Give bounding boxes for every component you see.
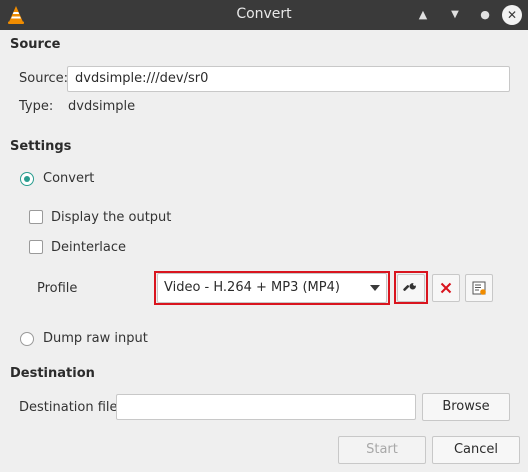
delete-profile-button[interactable] [432, 274, 460, 302]
source-label: Source: [19, 71, 69, 86]
browse-button[interactable]: Browse [422, 393, 510, 421]
cancel-button[interactable]: Cancel [432, 436, 520, 464]
convert-radio-label[interactable]: Convert [43, 171, 94, 186]
convert-radio[interactable] [20, 172, 34, 186]
profile-label: Profile [37, 281, 78, 296]
source-heading: Source [10, 37, 61, 52]
destination-file-label: Destination file: [19, 400, 122, 415]
new-profile-icon [472, 281, 486, 295]
destination-heading: Destination [10, 366, 95, 381]
destination-file-field[interactable] [116, 394, 416, 420]
start-button[interactable]: Start [338, 436, 426, 464]
dump-raw-radio[interactable] [20, 332, 34, 346]
source-field[interactable]: dvdsimple:///dev/sr0 [67, 66, 510, 92]
new-profile-button[interactable] [465, 274, 493, 302]
type-value: dvdsimple [68, 99, 136, 114]
settings-heading: Settings [10, 139, 72, 154]
minimize-icon[interactable]: ▼ [446, 6, 464, 24]
type-label: Type: [19, 99, 54, 114]
profile-highlight-box [154, 271, 390, 305]
delete-x-icon [440, 282, 452, 294]
keep-above-icon[interactable]: ▲ [414, 6, 432, 24]
title-bar: Convert ▲ ▼ ● ✕ [0, 0, 528, 30]
deinterlace-label[interactable]: Deinterlace [51, 240, 126, 255]
dump-raw-label[interactable]: Dump raw input [43, 331, 148, 346]
close-icon[interactable]: ✕ [502, 5, 522, 25]
display-output-checkbox[interactable] [29, 210, 43, 224]
maximize-icon[interactable]: ● [476, 6, 494, 24]
deinterlace-checkbox[interactable] [29, 240, 43, 254]
display-output-label[interactable]: Display the output [51, 210, 171, 225]
edit-profile-highlight-box [394, 271, 428, 304]
